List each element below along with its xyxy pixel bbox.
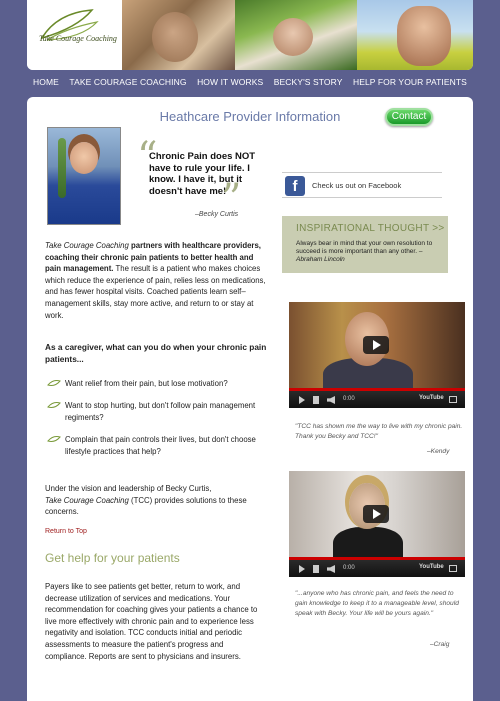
volume-icon[interactable] bbox=[327, 396, 335, 404]
site-header: Take Courage Coaching bbox=[27, 0, 473, 70]
section-title: Get help for your patients bbox=[45, 551, 180, 565]
vision-line1: Under the vision and leadership of Becky… bbox=[45, 484, 212, 493]
control-play-icon[interactable] bbox=[299, 396, 305, 404]
facebook-link[interactable]: f Check us out on Facebook bbox=[282, 172, 442, 198]
video-controls: 0:00 YouTube bbox=[289, 560, 465, 577]
header-photo-couple bbox=[357, 0, 473, 70]
skip-icon[interactable] bbox=[313, 396, 319, 404]
video-time: 0:00 bbox=[343, 565, 355, 571]
video-player-1[interactable]: 0:00 YouTube bbox=[289, 302, 465, 408]
vision-paragraph: Under the vision and leadership of Becky… bbox=[45, 483, 267, 518]
play-icon[interactable] bbox=[363, 505, 389, 523]
inspirational-title[interactable]: INSPIRATIONAL THOUGHT >> bbox=[296, 223, 448, 234]
control-play-icon[interactable] bbox=[299, 565, 305, 573]
vision-brand: Take Courage Coaching bbox=[45, 495, 129, 505]
quote-author: –Becky Curtis bbox=[195, 211, 239, 218]
leaf-bullet-icon bbox=[47, 402, 61, 408]
leaf-bullet-icon bbox=[47, 380, 61, 386]
facebook-icon: f bbox=[285, 176, 305, 196]
video-controls: 0:00 YouTube bbox=[289, 391, 465, 408]
bullet-text: Want to stop hurting, but don't follow p… bbox=[65, 401, 256, 422]
nav-take-courage-coaching[interactable]: TAKE COURAGE COACHING bbox=[69, 77, 186, 87]
youtube-logo[interactable]: YouTube bbox=[419, 395, 444, 401]
fullscreen-icon[interactable] bbox=[449, 565, 457, 572]
caregiver-heading: As a caregiver, what can you do when you… bbox=[45, 342, 267, 364]
bullet-text: Complain that pain controls their lives,… bbox=[65, 435, 256, 456]
testimonial-author: –Craig bbox=[430, 641, 450, 648]
nav-how-it-works[interactable]: HOW IT WORKS bbox=[197, 77, 263, 87]
logo-text: Take Courage Coaching bbox=[39, 34, 117, 43]
testimonial-author: –Kendy bbox=[427, 448, 450, 455]
nav-help-for-patients[interactable]: HELP FOR YOUR PATIENTS bbox=[353, 77, 467, 87]
inspirational-thought: INSPIRATIONAL THOUGHT >> Always bear in … bbox=[282, 216, 448, 273]
main-nav: HOME TAKE COURAGE COACHING HOW IT WORKS … bbox=[0, 77, 500, 87]
header-photo-woman-in-grass bbox=[235, 0, 357, 70]
fullscreen-icon[interactable] bbox=[449, 396, 457, 403]
volume-icon[interactable] bbox=[327, 565, 335, 573]
video-time: 0:00 bbox=[343, 396, 355, 402]
return-to-top-link[interactable]: Return to Top bbox=[45, 528, 87, 535]
intro-paragraph: Take Courage Coaching partners with heal… bbox=[45, 240, 267, 321]
youtube-logo[interactable]: YouTube bbox=[419, 564, 444, 570]
intro-brand: Take Courage Coaching bbox=[45, 241, 129, 250]
skip-icon[interactable] bbox=[313, 565, 319, 573]
becky-portrait bbox=[47, 127, 121, 225]
nav-home[interactable]: HOME bbox=[33, 77, 59, 87]
contact-button[interactable]: Contact bbox=[385, 108, 433, 126]
site-logo[interactable]: Take Courage Coaching bbox=[27, 0, 122, 70]
bullet-text: Want relief from their pain, but lose mo… bbox=[65, 379, 228, 388]
testimonial-text: "TCC has shown me the way to live with m… bbox=[295, 423, 463, 440]
facebook-label: Check us out on Facebook bbox=[312, 181, 402, 190]
play-icon[interactable] bbox=[363, 336, 389, 354]
header-photo-woman-in-pain bbox=[122, 0, 235, 70]
inspirational-author: Abraham Lincoln bbox=[296, 256, 345, 263]
quote-text: Chronic Pain does NOT have to rule your … bbox=[149, 151, 256, 197]
payers-paragraph: Payers like to see patients get better, … bbox=[45, 582, 258, 661]
inspirational-text: Always bear in mind that your own resolu… bbox=[296, 240, 433, 263]
video-player-2[interactable]: 0:00 YouTube bbox=[289, 471, 465, 577]
testimonial-text: "...anyone who has chronic pain, and fee… bbox=[295, 590, 459, 617]
leaf-bullet-icon bbox=[47, 436, 61, 442]
nav-beckys-story[interactable]: BECKY'S STORY bbox=[274, 77, 343, 87]
main-content: Heathcare Provider Information Contact “… bbox=[27, 97, 473, 701]
